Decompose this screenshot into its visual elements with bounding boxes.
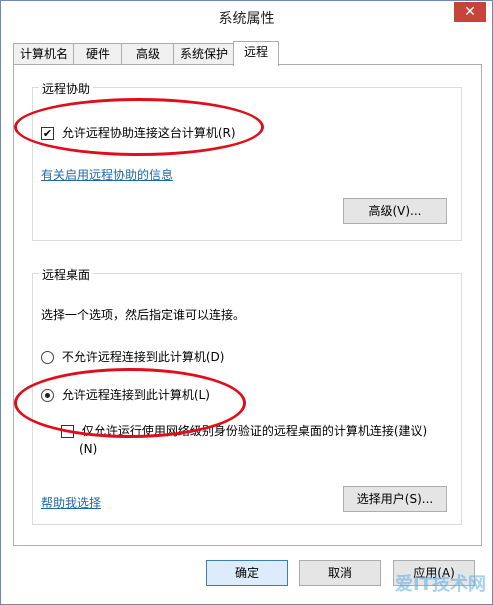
nla-only-label: 仅允许运行使用网络级别身份验证的远程桌面的计算机连接(建议) bbox=[81, 424, 428, 438]
close-icon: ✕ bbox=[464, 4, 476, 20]
tab-system-protection[interactable]: 系统保护 bbox=[173, 43, 235, 65]
allow-remote-assistance-label: 允许远程协助连接这台计算机(R) bbox=[61, 126, 236, 140]
remote-desktop-title: 远程桌面 bbox=[39, 266, 94, 283]
cancel-button[interactable]: 取消 bbox=[299, 560, 381, 586]
allow-remote-option[interactable]: 允许远程连接到此计算机(L) bbox=[41, 386, 210, 403]
tab-computer-name[interactable]: 计算机名 bbox=[13, 43, 75, 65]
allow-remote-assistance-row[interactable]: ✔ 允许远程协助连接这台计算机(R) bbox=[41, 124, 236, 141]
remote-tab-panel: 远程协助 ✔ 允许远程协助连接这台计算机(R) 有关启用远程协助的信息 高级(V… bbox=[13, 64, 482, 546]
remote-assistance-group: 远程协助 ✔ 允许远程协助连接这台计算机(R) 有关启用远程协助的信息 高级(V… bbox=[32, 80, 462, 241]
system-properties-window: 系统属性 ✕ 计算机名 硬件 高级 系统保护 远程 远程协助 ✔ 允许远程协助连… bbox=[0, 0, 493, 605]
title-bar: 系统属性 ✕ bbox=[1, 1, 492, 31]
watermark-text: 爱IT技术网 bbox=[395, 574, 486, 595]
close-button[interactable]: ✕ bbox=[454, 2, 486, 22]
disallow-remote-label: 不允许远程连接到此计算机(D) bbox=[61, 350, 225, 364]
nla-only-label-line2: (N) bbox=[79, 442, 98, 456]
tab-advanced[interactable]: 高级 bbox=[121, 43, 175, 65]
tab-hardware[interactable]: 硬件 bbox=[73, 43, 123, 65]
ok-button[interactable]: 确定 bbox=[206, 560, 288, 586]
disallow-remote-option[interactable]: 不允许远程连接到此计算机(D) bbox=[41, 348, 224, 365]
allow-remote-assistance-checkbox[interactable]: ✔ bbox=[41, 127, 54, 140]
help-me-choose-link[interactable]: 帮助我选择 bbox=[41, 494, 101, 511]
remote-assistance-advanced-button[interactable]: 高级(V)... bbox=[343, 198, 447, 224]
select-users-button[interactable]: 选择用户(S)... bbox=[343, 486, 447, 512]
remote-desktop-instruction: 选择一个选项，然后指定谁可以连接。 bbox=[41, 308, 246, 322]
allow-remote-radio[interactable] bbox=[41, 389, 54, 402]
remote-desktop-group: 远程桌面 选择一个选项，然后指定谁可以连接。 不允许远程连接到此计算机(D) 允… bbox=[32, 266, 462, 525]
remote-assistance-info-link[interactable]: 有关启用远程协助的信息 bbox=[41, 166, 173, 183]
nla-only-row[interactable]: 仅允许运行使用网络级别身份验证的远程桌面的计算机连接(建议) (N) bbox=[61, 422, 427, 456]
window-title: 系统属性 bbox=[218, 11, 275, 27]
allow-remote-label: 允许远程连接到此计算机(L) bbox=[61, 388, 210, 402]
nla-only-checkbox[interactable] bbox=[61, 425, 74, 438]
tab-remote[interactable]: 远程 bbox=[233, 41, 279, 66]
disallow-remote-radio[interactable] bbox=[41, 351, 54, 364]
remote-assistance-title: 远程协助 bbox=[39, 80, 94, 97]
